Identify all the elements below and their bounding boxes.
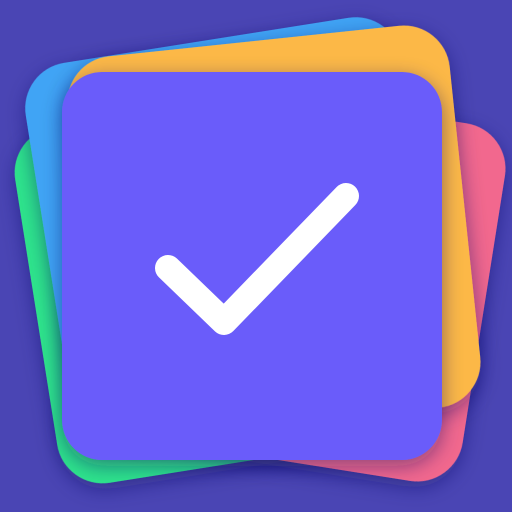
app-icon-graphic	[0, 0, 512, 512]
card-front	[62, 72, 442, 460]
app-icon	[0, 0, 512, 512]
